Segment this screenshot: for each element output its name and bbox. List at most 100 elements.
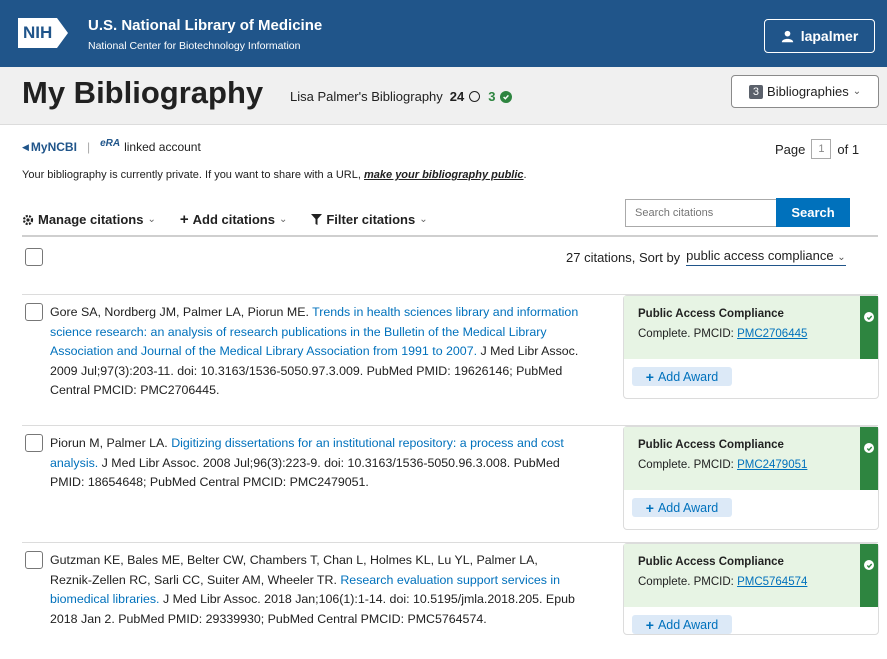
citation-item: Piorun M, Palmer LA. Digitizing disserta… — [22, 425, 879, 542]
manage-citations-label: Manage citations — [38, 212, 144, 227]
privacy-message: Your bibliography is currently private. … — [22, 169, 527, 181]
compliance-status-text: Complete. PMCID: — [638, 328, 734, 340]
chevron-down-icon: ⌄ — [278, 214, 288, 225]
chevron-down-icon: ⌄ — [852, 86, 862, 97]
compliance-indicator — [860, 544, 878, 607]
add-award-button[interactable]: + Add Award — [632, 367, 732, 386]
compliance-indicator — [860, 427, 878, 490]
sort-dropdown[interactable]: public access compliance ⌄ — [686, 248, 846, 266]
add-award-label: Add Award — [657, 369, 719, 384]
nih-logo-arrow — [57, 18, 69, 48]
org-subtitle: National Center for Biotechnology Inform… — [88, 40, 301, 52]
title-band: My Bibliography Lisa Palmer's Bibliograp… — [0, 67, 887, 125]
myncbi-link[interactable]: MyNCBI — [31, 140, 77, 154]
chevron-left-icon: ◀ — [22, 141, 29, 152]
privacy-end: . — [523, 169, 527, 181]
pmcid-link[interactable]: PMC2479051 — [737, 459, 807, 471]
public-access-panel: Public Access Compliance Complete. PMCID… — [623, 295, 879, 399]
check-circle-icon — [864, 560, 874, 570]
compliance-status-text: Complete. PMCID: — [638, 576, 734, 588]
gear-icon — [22, 214, 34, 225]
breadcrumb: ◀ MyNCBI | eRA linked account — [22, 137, 201, 155]
user-account-button[interactable]: lapalmer — [764, 19, 875, 53]
compliance-label: Public Access Compliance — [638, 308, 784, 320]
user-icon — [781, 30, 793, 42]
complete-check-icon — [500, 90, 513, 103]
check-circle-icon — [864, 443, 874, 453]
bibliographies-count-badge: 3 — [748, 84, 764, 99]
nih-logo[interactable]: NIH — [18, 18, 69, 48]
public-access-panel: Public Access Compliance Complete. PMCID… — [623, 543, 879, 635]
top-header: NIH U.S. National Library of Medicine Na… — [0, 0, 887, 67]
citation-checkbox[interactable] — [25, 303, 43, 321]
compliance-indicator — [860, 296, 878, 359]
pagination: Page 1 of 1 — [775, 139, 859, 159]
citation-text: Piorun M, Palmer LA. Digitizing disserta… — [50, 434, 582, 493]
plus-icon: + — [645, 616, 654, 633]
compliance-status-text: Complete. PMCID: — [638, 459, 734, 471]
incomplete-count: 24 — [449, 89, 465, 104]
separator: | — [86, 140, 91, 154]
user-name: lapalmer — [800, 28, 859, 44]
bibliography-summary: Lisa Palmer's Bibliography 24 3 — [290, 89, 513, 104]
compliance-status-box: Public Access Compliance Complete. PMCID… — [624, 544, 878, 607]
add-award-label: Add Award — [657, 617, 719, 632]
citation-checkbox[interactable] — [25, 551, 43, 569]
add-citations-label: Add citations — [192, 212, 275, 227]
nih-logo-text: NIH — [18, 18, 58, 48]
compliance-status: Complete. PMCID: PMC5764574 — [638, 576, 864, 588]
filter-citations-menu[interactable]: Filter citations ⌄ — [311, 211, 428, 228]
search-citations-input[interactable] — [625, 199, 777, 227]
compliance-status: Complete. PMCID: PMC2479051 — [638, 459, 864, 471]
compliance-status: Complete. PMCID: PMC2706445 — [638, 328, 864, 340]
incomplete-circle-icon — [469, 91, 481, 102]
page-title: My Bibliography — [22, 75, 264, 110]
org-title[interactable]: U.S. National Library of Medicine — [88, 17, 322, 34]
complete-count: 3 — [488, 89, 496, 104]
toolbar-divider — [22, 235, 878, 237]
search-button[interactable]: Search — [776, 198, 850, 227]
citation-text: Gutzman KE, Bales ME, Belter CW, Chamber… — [50, 551, 582, 629]
era-logo-icon: eRA — [100, 137, 121, 149]
citation-authors: Piorun M, Palmer LA. — [50, 436, 168, 450]
plus-icon: + — [645, 499, 654, 516]
citation-details: J Med Libr Assoc. 2008 Jul;96(3):223-9. … — [50, 455, 560, 490]
page-total: of 1 — [837, 141, 860, 157]
page-label: Page — [775, 141, 806, 157]
citation-item: Gore SA, Nordberg JM, Palmer LA, Piorun … — [22, 294, 879, 425]
add-award-button[interactable]: + Add Award — [632, 615, 732, 634]
add-award-button[interactable]: + Add Award — [632, 498, 732, 517]
plus-icon: + — [179, 211, 189, 228]
add-citations-menu[interactable]: + Add citations ⌄ — [180, 211, 288, 228]
bibliographies-label: Bibliographies — [767, 84, 849, 99]
citation-toolbar: Manage citations ⌄ + Add citations ⌄ Fil… — [22, 211, 428, 228]
compliance-label: Public Access Compliance — [638, 556, 784, 568]
citation-text: Gore SA, Nordberg JM, Palmer LA, Piorun … — [50, 303, 582, 401]
filter-citations-label: Filter citations — [326, 212, 416, 227]
add-award-label: Add Award — [657, 500, 719, 515]
sort-row: 27 citations, Sort by public access comp… — [566, 248, 846, 266]
citation-authors: Gore SA, Nordberg JM, Palmer LA, Piorun … — [50, 305, 309, 319]
privacy-text: Your bibliography is currently private. … — [22, 169, 361, 181]
filter-icon — [311, 214, 323, 225]
citation-checkbox[interactable] — [25, 434, 43, 452]
pmcid-link[interactable]: PMC2706445 — [737, 328, 807, 340]
sort-value: public access compliance — [686, 248, 834, 263]
compliance-status-box: Public Access Compliance Complete. PMCID… — [624, 427, 878, 490]
linked-account-label: linked account — [124, 140, 201, 154]
bibliographies-dropdown[interactable]: 3 Bibliographies ⌄ — [731, 75, 879, 108]
page-number-input[interactable]: 1 — [811, 139, 832, 159]
chevron-down-icon: ⌄ — [837, 252, 846, 263]
chevron-down-icon: ⌄ — [419, 214, 428, 225]
plus-icon: + — [645, 368, 654, 385]
pmcid-link[interactable]: PMC5764574 — [737, 576, 807, 588]
make-public-link[interactable]: make your bibliography public — [364, 169, 524, 181]
chevron-down-icon: ⌄ — [147, 214, 156, 225]
citation-item: Gutzman KE, Bales ME, Belter CW, Chamber… — [22, 542, 879, 659]
manage-citations-menu[interactable]: Manage citations ⌄ — [22, 211, 156, 228]
select-all-checkbox[interactable] — [25, 248, 43, 266]
bibliography-owner: Lisa Palmer's Bibliography — [290, 89, 443, 104]
public-access-panel: Public Access Compliance Complete. PMCID… — [623, 426, 879, 530]
compliance-label: Public Access Compliance — [638, 439, 784, 451]
citation-count-label: 27 citations, Sort by — [566, 249, 681, 265]
